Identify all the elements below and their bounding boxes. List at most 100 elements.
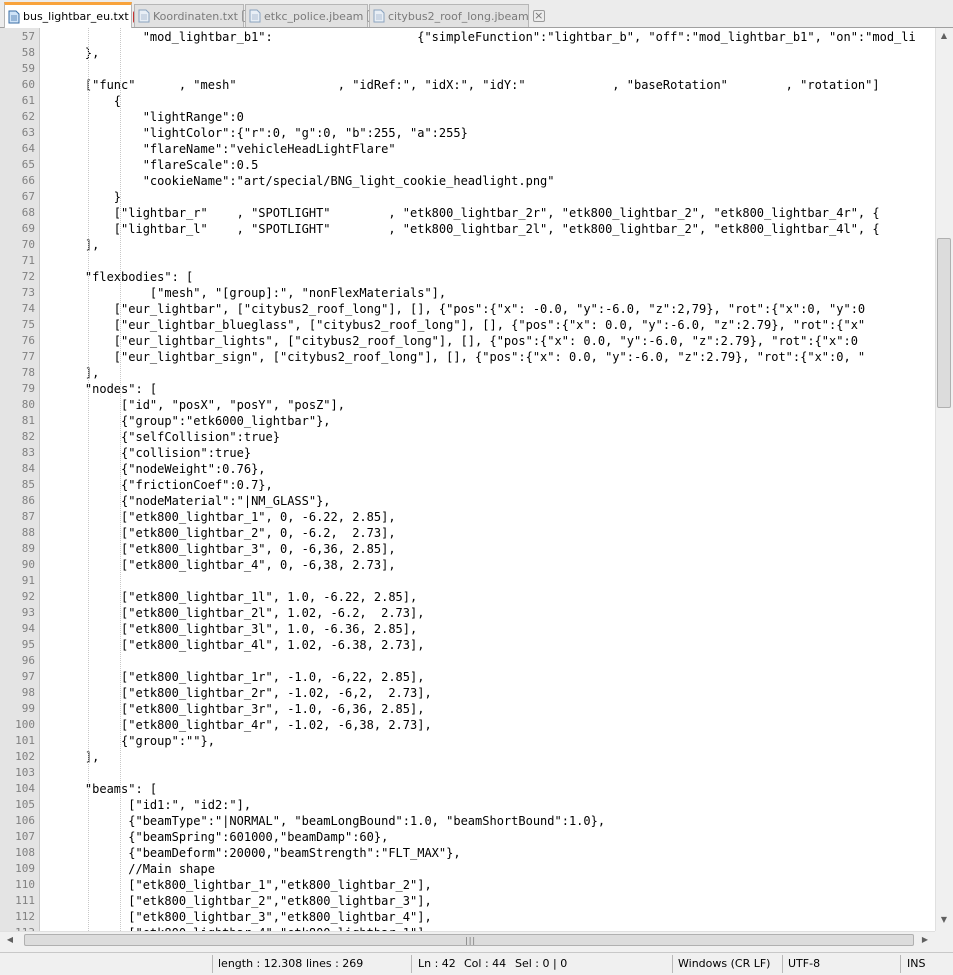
code-line[interactable]: 101 {"group":""}, — [0, 733, 935, 749]
code-line[interactable]: 66 "cookieName":"art/special/BNG_light_c… — [0, 173, 935, 189]
code-text: "mod_lightbar_b1": {"simpleFunction":"li… — [56, 30, 916, 44]
code-text: ["eur_lightbar_lights", ["citybus2_roof_… — [56, 334, 858, 348]
code-line[interactable]: 93 ["etk800_lightbar_2l", 1.02, -6.2, 2.… — [0, 605, 935, 621]
line-number: 81 — [21, 414, 35, 427]
code-line[interactable]: 102 ], — [0, 749, 935, 765]
code-text: ["lightbar_l" , "SPOTLIGHT" , "etk800_li… — [56, 222, 880, 236]
line-number: 109 — [15, 862, 35, 875]
code-line[interactable]: 89 ["etk800_lightbar_3", 0, -6,36, 2.85]… — [0, 541, 935, 557]
code-text: ["etk800_lightbar_2", 0, -6.2, 2.73], — [56, 526, 396, 540]
scroll-left-arrow-icon[interactable]: ◀ — [2, 934, 18, 946]
line-number: 61 — [21, 94, 35, 107]
line-number: 85 — [21, 478, 35, 491]
code-line[interactable]: 62 "lightRange":0 — [0, 109, 935, 125]
code-line[interactable]: 94 ["etk800_lightbar_3l", 1.0, -6.36, 2.… — [0, 621, 935, 637]
code-line[interactable]: 109 //Main shape — [0, 861, 935, 877]
code-line[interactable]: 72 "flexbodies": [ — [0, 269, 935, 285]
code-line[interactable]: 85 {"frictionCoef":0.7}, — [0, 477, 935, 493]
line-number: 72 — [21, 270, 35, 283]
code-line[interactable]: 92 ["etk800_lightbar_1l", 1.0, -6.22, 2.… — [0, 589, 935, 605]
code-line[interactable]: 68 ["lightbar_r" , "SPOTLIGHT" , "etk800… — [0, 205, 935, 221]
code-line[interactable]: 71 — [0, 253, 935, 269]
code-line[interactable]: 100 ["etk800_lightbar_4r", -1.02, -6,38,… — [0, 717, 935, 733]
code-line[interactable]: 80 ["id", "posX", "posY", "posZ"], — [0, 397, 935, 413]
indent-guide — [88, 28, 89, 931]
code-line[interactable]: 105 ["id1:", "id2:"], — [0, 797, 935, 813]
code-line[interactable]: 96 — [0, 653, 935, 669]
line-number: 93 — [21, 606, 35, 619]
code-text: "flexbodies": [ — [56, 270, 194, 284]
code-text: ["etk800_lightbar_1","etk800_lightbar_2"… — [56, 878, 432, 892]
code-line[interactable]: 58 }, — [0, 45, 935, 61]
code-line[interactable]: 61 { — [0, 93, 935, 109]
line-number: 104 — [15, 782, 35, 795]
code-line[interactable]: 69 ["lightbar_l" , "SPOTLIGHT" , "etk800… — [0, 221, 935, 237]
status-line-ending: Windows (CR LF) — [678, 957, 771, 970]
tab-1[interactable]: bus_lightbar_eu.txt× — [4, 2, 145, 28]
code-line[interactable]: 83 {"collision":true} — [0, 445, 935, 461]
scroll-up-arrow-icon[interactable]: ▲ — [936, 30, 952, 42]
text-editor[interactable]: 57 "mod_lightbar_b1": {"simpleFunction":… — [0, 28, 935, 931]
code-text: ["eur_lightbar_blueglass", ["citybus2_ro… — [56, 318, 866, 332]
code-line[interactable]: 111 ["etk800_lightbar_2","etk800_lightba… — [0, 893, 935, 909]
code-line[interactable]: 88 ["etk800_lightbar_2", 0, -6.2, 2.73], — [0, 525, 935, 541]
code-line[interactable]: 97 ["etk800_lightbar_1r", -1.0, -6,22, 2… — [0, 669, 935, 685]
line-number: 83 — [21, 446, 35, 459]
code-text: "lightRange":0 — [56, 110, 244, 124]
code-line[interactable]: 107 {"beamSpring":601000,"beamDamp":60}, — [0, 829, 935, 845]
code-line[interactable]: 57 "mod_lightbar_b1": {"simpleFunction":… — [0, 29, 935, 45]
code-text: ["etk800_lightbar_4", 0, -6,38, 2.73], — [56, 558, 396, 572]
code-line[interactable]: 74 ["eur_lightbar", ["citybus2_roof_long… — [0, 301, 935, 317]
code-line[interactable]: 82 {"selfCollision":true} — [0, 429, 935, 445]
line-number: 76 — [21, 334, 35, 347]
code-line[interactable]: 79 "nodes": [ — [0, 381, 935, 397]
code-line[interactable]: 65 "flareScale":0.5 — [0, 157, 935, 173]
horizontal-scrollbar[interactable]: ◀ ||| ▶ — [0, 931, 935, 948]
status-selection: Sel : 0 | 0 — [515, 957, 568, 970]
vertical-scrollbar[interactable]: ▲ ▼ — [935, 28, 953, 931]
code-line[interactable]: 99 ["etk800_lightbar_3r", -1.0, -6,36, 2… — [0, 701, 935, 717]
code-line[interactable]: 77 ["eur_lightbar_sign", ["citybus2_roof… — [0, 349, 935, 365]
code-line[interactable]: 63 "lightColor":{"r":0, "g":0, "b":255, … — [0, 125, 935, 141]
line-number: 67 — [21, 190, 35, 203]
code-line[interactable]: 84 {"nodeWeight":0.76}, — [0, 461, 935, 477]
tab-4[interactable]: citybus2_roof_long.jbeam × — [369, 4, 545, 27]
code-line[interactable]: 81 {"group":"etk6000_lightbar"}, — [0, 413, 935, 429]
code-line[interactable]: 70 ], — [0, 237, 935, 253]
scroll-down-arrow-icon[interactable]: ▼ — [936, 914, 952, 926]
line-number: 86 — [21, 494, 35, 507]
code-line[interactable]: 112 ["etk800_lightbar_3","etk800_lightba… — [0, 909, 935, 925]
code-text: "nodes": [ — [56, 382, 158, 396]
code-line[interactable]: 60 ["func" , "mesh" , "idRef:", "idX:", … — [0, 77, 935, 93]
code-line[interactable]: 78 ], — [0, 365, 935, 381]
code-line[interactable]: 73 ["mesh", "[group]:", "nonFlexMaterial… — [0, 285, 935, 301]
code-line[interactable]: 64 "flareName":"vehicleHeadLightFlare" — [0, 141, 935, 157]
code-line[interactable]: 110 ["etk800_lightbar_1","etk800_lightba… — [0, 877, 935, 893]
close-icon[interactable]: × — [532, 10, 545, 22]
scroll-right-arrow-icon[interactable]: ▶ — [917, 934, 933, 946]
code-line[interactable]: 87 ["etk800_lightbar_1", 0, -6.22, 2.85]… — [0, 509, 935, 525]
code-line[interactable]: 106 {"beamType":"|NORMAL", "beamLongBoun… — [0, 813, 935, 829]
code-line[interactable]: 103 — [0, 765, 935, 781]
code-line[interactable]: 76 ["eur_lightbar_lights", ["citybus2_ro… — [0, 333, 935, 349]
code-line[interactable]: 108 {"beamDeform":20000,"beamStrength":"… — [0, 845, 935, 861]
tab-2[interactable]: Koordinaten.txt× — [134, 4, 254, 27]
code-line[interactable]: 91 — [0, 573, 935, 589]
code-line[interactable]: 98 ["etk800_lightbar_2r", -1.02, -6,2, 2… — [0, 685, 935, 701]
tab-3[interactable]: etkc_police.jbeam× — [245, 4, 380, 27]
vertical-scrollbar-thumb[interactable] — [937, 238, 951, 408]
code-line[interactable]: 104 "beams": [ — [0, 781, 935, 797]
code-line[interactable]: 59 — [0, 61, 935, 77]
code-line[interactable]: 90 ["etk800_lightbar_4", 0, -6,38, 2.73]… — [0, 557, 935, 573]
horizontal-scrollbar-thumb[interactable]: ||| — [24, 934, 914, 946]
code-text: ["etk800_lightbar_3r", -1.0, -6,36, 2.85… — [56, 702, 425, 716]
line-number: 94 — [21, 622, 35, 635]
code-line[interactable]: 95 ["etk800_lightbar_4l", 1.02, -6.38, 2… — [0, 637, 935, 653]
code-line[interactable]: 67 } — [0, 189, 935, 205]
line-number: 88 — [21, 526, 35, 539]
code-line[interactable]: 86 {"nodeMaterial":"|NM_GLASS"}, — [0, 493, 935, 509]
line-number: 57 — [21, 30, 35, 43]
status-insert-mode: INS — [907, 957, 926, 970]
code-line[interactable]: 75 ["eur_lightbar_blueglass", ["citybus2… — [0, 317, 935, 333]
code-text: {"beamSpring":601000,"beamDamp":60}, — [56, 830, 389, 844]
